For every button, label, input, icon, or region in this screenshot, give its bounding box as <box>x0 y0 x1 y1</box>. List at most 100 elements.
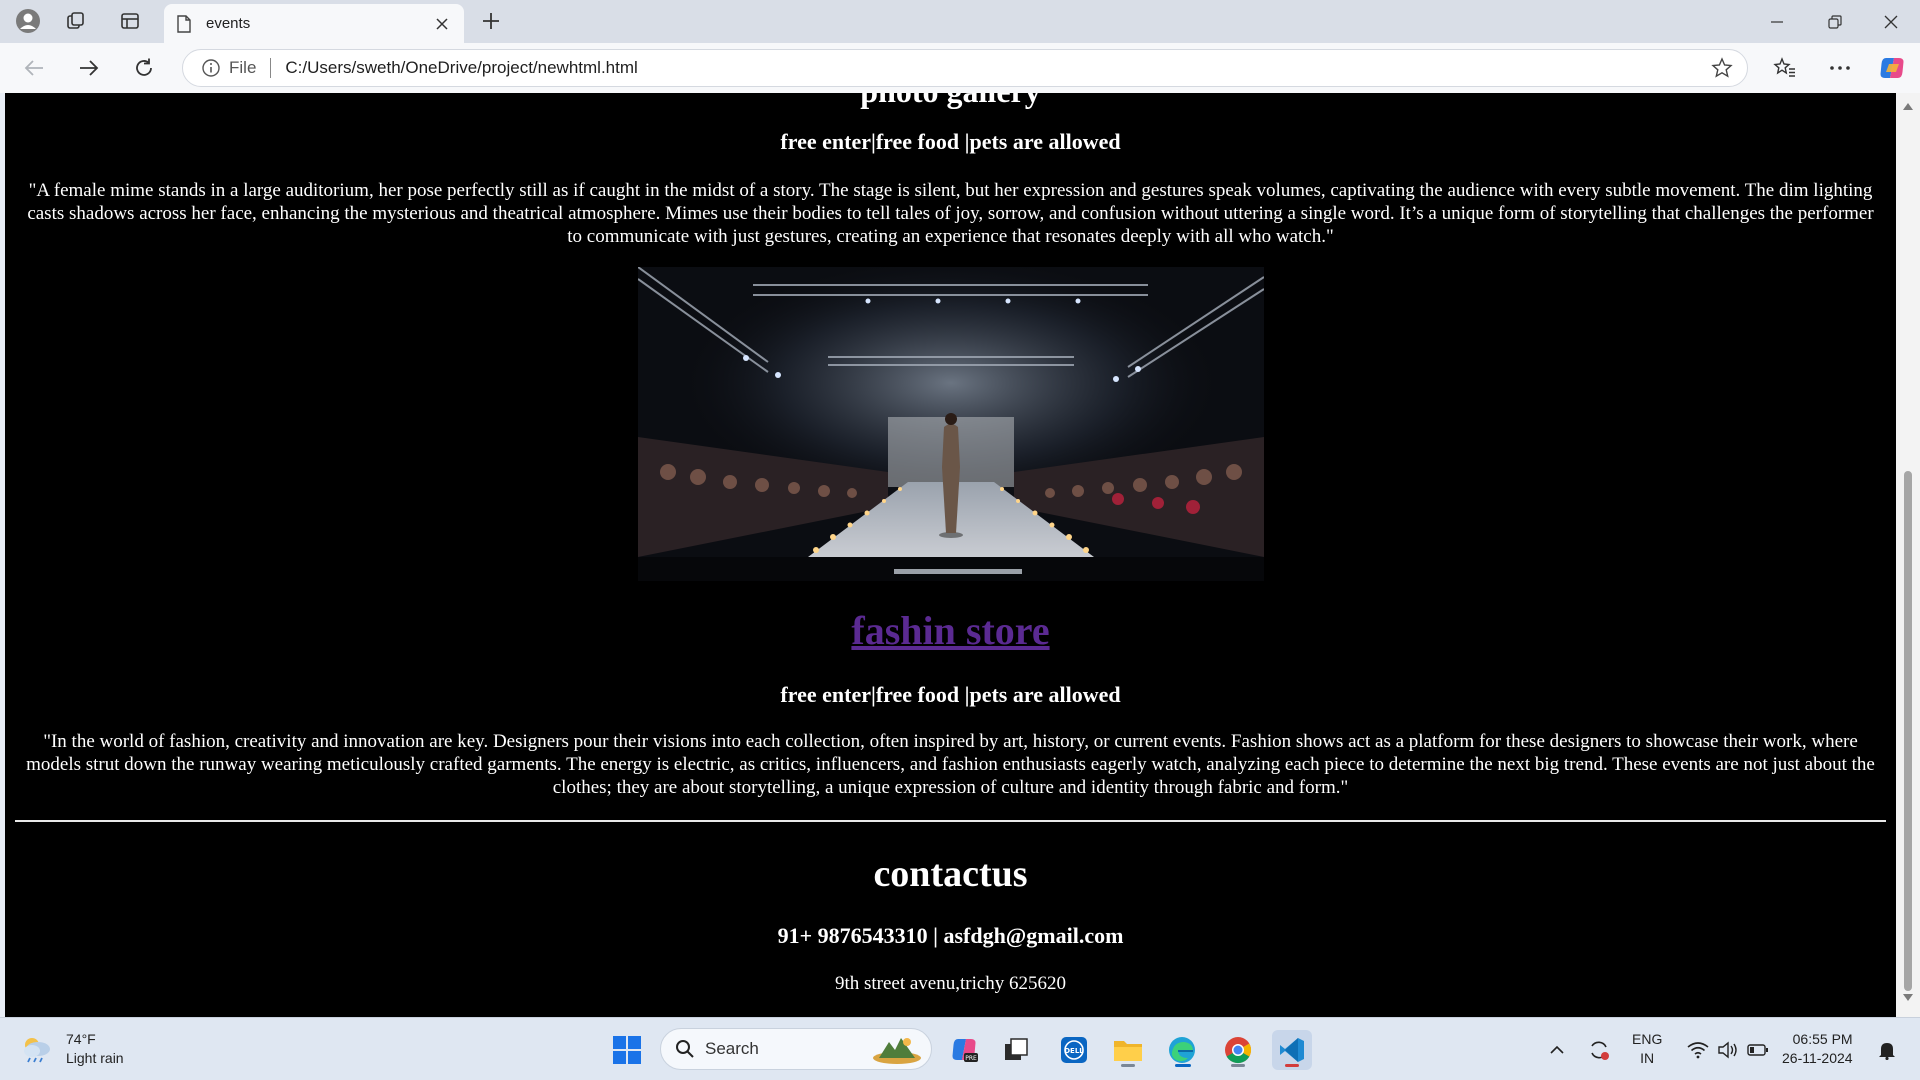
search-icon <box>676 1040 694 1058</box>
new-tab-button[interactable] <box>474 6 508 36</box>
address-bar[interactable]: File C:/Users/sweth/OneDrive/project/new… <box>182 49 1748 87</box>
restore-button[interactable] <box>1806 0 1864 43</box>
weather-description: Light rain <box>66 1050 124 1066</box>
tab-events[interactable]: events <box>164 4 464 43</box>
favorite-star-button[interactable] <box>1711 57 1733 84</box>
browser-tab-strip: events <box>0 0 1920 43</box>
running-indicator <box>1231 1064 1245 1067</box>
close-window-button[interactable] <box>1862 0 1920 43</box>
sync-icon <box>1591 1041 1609 1060</box>
section-divider <box>15 820 1886 822</box>
vscode-icon <box>1280 1038 1304 1062</box>
bell-icon <box>1879 1043 1895 1060</box>
chrome-browser-button[interactable] <box>1218 1030 1258 1070</box>
copilot-button[interactable] <box>1874 51 1910 85</box>
contact-phone-email: 91+ 9876543310 | asfdgh@gmail.com <box>777 923 1124 948</box>
browser-toolbar: File C:/Users/sweth/OneDrive/project/new… <box>0 43 1920 93</box>
copilot-taskbar-button[interactable]: PRE <box>944 1030 984 1070</box>
plus-icon <box>483 13 499 29</box>
running-indicator <box>1121 1064 1135 1067</box>
rain-cloud-icon <box>24 1038 50 1063</box>
chrome-icon <box>1225 1037 1252 1064</box>
show-hidden-icons-button[interactable] <box>1542 1030 1572 1070</box>
url-scheme-label: File <box>229 58 257 77</box>
chevron-up-icon <box>1550 1045 1564 1054</box>
file-explorer-icon <box>1114 1041 1142 1061</box>
minimize-button[interactable] <box>1748 0 1806 43</box>
contact-address: 9th street avenu,trichy 625620 <box>834 973 1067 994</box>
fashion-store-link[interactable]: fashin store <box>5 607 1896 654</box>
battery-icon <box>1747 1044 1768 1056</box>
info-icon <box>202 59 220 77</box>
scrollbar-thumb[interactable] <box>1904 471 1912 991</box>
sync-status-button[interactable] <box>1582 1030 1616 1070</box>
vscode-button[interactable] <box>1272 1030 1312 1070</box>
svg-text:PRE: PRE <box>965 1055 977 1062</box>
event-tagline-2: free enter|free food |pets are allowed <box>780 682 1121 707</box>
scroll-down-arrow-icon[interactable] <box>1902 993 1914 1003</box>
task-view-button[interactable] <box>996 1030 1036 1070</box>
tab-close-button[interactable] <box>430 12 454 36</box>
dell-icon: DELL <box>1061 1037 1087 1063</box>
minimize-icon <box>1771 20 1783 23</box>
forward-arrow-icon <box>80 60 99 76</box>
page-scrollbar[interactable] <box>1896 93 1920 1017</box>
wifi-icon <box>1687 1042 1709 1059</box>
svg-text:DELL: DELL <box>1064 1047 1084 1055</box>
weather-temperature: 74°F <box>66 1031 96 1047</box>
workspaces-button[interactable] <box>56 6 96 36</box>
url-text[interactable]: C:/Users/sweth/OneDrive/project/newhtml.… <box>285 58 637 78</box>
taskbar-search[interactable]: Search <box>660 1028 932 1070</box>
search-placeholder: Search <box>705 1039 759 1058</box>
site-info-button[interactable]: File <box>201 58 256 78</box>
close-icon <box>1884 15 1898 28</box>
weather-widget[interactable]: 74°F Light rain <box>20 1030 124 1068</box>
fashion-runway-photo <box>638 267 1264 581</box>
dell-app-button[interactable]: DELL <box>1054 1030 1094 1070</box>
more-dots-icon <box>1830 66 1850 70</box>
language-code: ENG <box>1632 1031 1663 1047</box>
clock-time: 06:55 PM <box>1792 1031 1853 1047</box>
favorites-button[interactable] <box>1767 51 1803 85</box>
copilot-icon <box>1880 58 1904 78</box>
settings-more-button[interactable] <box>1822 51 1858 85</box>
back-arrow-icon <box>24 60 43 76</box>
profile-button[interactable] <box>8 6 48 36</box>
close-icon <box>436 18 448 30</box>
refresh-button[interactable] <box>126 51 162 85</box>
vertical-tabs-icon <box>121 13 139 29</box>
active-indicator <box>1175 1064 1191 1067</box>
favorites-icon <box>1773 57 1795 77</box>
event-tagline: free enter|free food |pets are allowed <box>780 129 1121 154</box>
clock-date: 26-11-2024 <box>1782 1050 1853 1066</box>
input-language[interactable]: ENG IN <box>1632 1030 1662 1068</box>
gallery-heading: photo gallery <box>5 93 1896 110</box>
file-explorer-button[interactable] <box>1108 1030 1148 1070</box>
back-button[interactable] <box>16 51 52 85</box>
task-view-icon <box>1005 1038 1028 1060</box>
quick-settings-button[interactable] <box>1680 1030 1776 1070</box>
forward-button[interactable] <box>71 51 107 85</box>
volume-icon <box>1718 1041 1737 1059</box>
tab-title: events <box>206 15 251 32</box>
page-content: photo gallery free enter|free food |pets… <box>5 93 1896 1017</box>
start-button[interactable] <box>607 1030 647 1070</box>
mime-description: "A female mime stands in a large auditor… <box>27 180 1874 247</box>
page-icon <box>177 14 191 33</box>
workspaces-icon <box>67 12 84 29</box>
copilot-icon: PRE <box>952 1039 978 1062</box>
omnibox-divider <box>270 58 272 78</box>
star-icon <box>1711 57 1733 78</box>
vertical-tabs-button[interactable] <box>110 6 150 36</box>
windows-taskbar: 74°F Light rain Search PRE DELL ENG IN 0… <box>0 1017 1920 1080</box>
edge-icon <box>1169 1037 1195 1063</box>
fashion-description: "In the world of fashion, creativity and… <box>26 731 1875 798</box>
start-icon <box>613 1036 641 1064</box>
refresh-icon <box>136 58 152 76</box>
region-code: IN <box>1640 1050 1655 1066</box>
scroll-up-arrow-icon[interactable] <box>1902 101 1914 111</box>
taskbar-clock[interactable]: 06:55 PM 26-11-2024 <box>1782 1030 1853 1068</box>
edge-browser-button[interactable] <box>1162 1030 1202 1070</box>
notifications-button[interactable] <box>1872 1030 1902 1070</box>
running-indicator <box>1285 1064 1299 1067</box>
